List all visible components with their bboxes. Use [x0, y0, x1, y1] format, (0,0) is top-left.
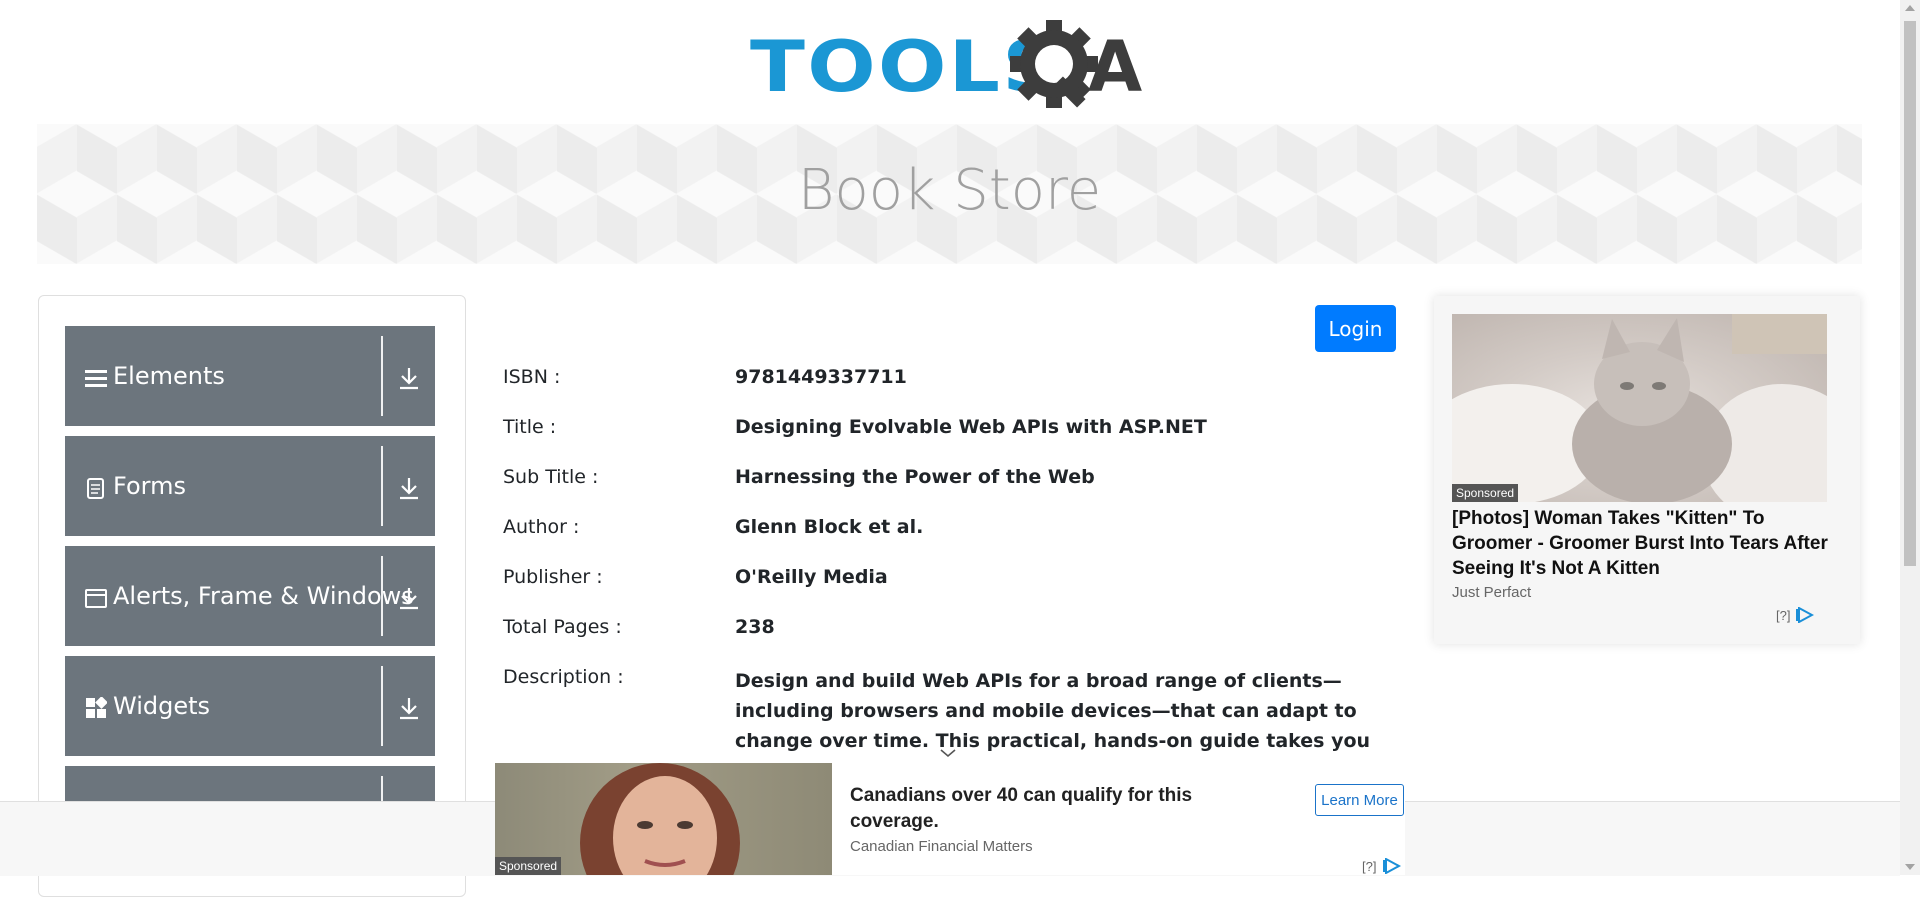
pages-value: 238: [735, 616, 775, 638]
sponsored-badge: Sponsored: [1452, 484, 1519, 502]
logo-letter-a: A: [1088, 26, 1143, 108]
group-title: Widgets: [113, 692, 211, 720]
right-ad[interactable]: Sponsored [Photos] Woman Takes "Kitten" …: [1434, 296, 1860, 644]
ad-source[interactable]: Just Perfact: [1452, 584, 1531, 601]
gear-icon: [1010, 20, 1098, 108]
group-elements[interactable]: Elements: [65, 326, 435, 426]
download-arrow-icon: [400, 698, 418, 720]
group-alerts-frame-windows[interactable]: Alerts, Frame & Windows: [65, 546, 435, 646]
download-arrow-icon: [400, 478, 418, 500]
group-title: Alerts, Frame & Windows: [113, 582, 414, 610]
group-widgets[interactable]: Widgets: [65, 656, 435, 756]
publisher-label: Publisher :: [503, 566, 603, 588]
description-label: Description :: [503, 666, 624, 688]
group-divider: [381, 666, 383, 746]
ad-info-link[interactable]: [?]: [1362, 859, 1376, 874]
hamburger-icon: [85, 370, 107, 387]
learn-more-button[interactable]: Learn More: [1315, 784, 1404, 816]
window-icon: [85, 589, 107, 608]
sponsored-badge: Sponsored: [495, 857, 562, 875]
page-title: Book Store: [797, 158, 1102, 223]
isbn-label: ISBN :: [503, 366, 561, 388]
publisher-value: O'Reilly Media: [735, 566, 888, 588]
scroll-down-arrow-icon[interactable]: [1905, 864, 1915, 870]
author-label: Author :: [503, 516, 580, 538]
pages-label: Total Pages :: [503, 616, 622, 638]
download-arrow-icon: [400, 588, 418, 610]
ad-headline[interactable]: Canadians over 40 can qualify for this c…: [850, 783, 1280, 835]
document-icon: [87, 478, 104, 499]
adchoices-icon[interactable]: [1383, 858, 1401, 874]
ad-headline[interactable]: [Photos] Woman Takes "Kitten" To Groomer…: [1452, 506, 1832, 581]
author-value: Glenn Block et al.: [735, 516, 924, 538]
toolsqa-logo[interactable]: TOOLS A: [750, 18, 1155, 113]
group-divider: [381, 336, 383, 416]
chevron-down-icon[interactable]: [938, 745, 958, 761]
widgets-icon: [86, 697, 107, 718]
group-title: Forms: [113, 472, 186, 500]
title-label: Title :: [503, 416, 557, 438]
ad-image-kitten[interactable]: Sponsored: [1452, 314, 1827, 502]
isbn-value: 9781449337711: [735, 366, 907, 388]
download-arrow-icon: [400, 368, 418, 390]
group-title: Elements: [113, 362, 225, 390]
vertical-scrollbar[interactable]: [1900, 0, 1920, 875]
header: TOOLS A: [0, 0, 1900, 118]
group-divider: [381, 556, 383, 636]
page-banner: Book Store: [37, 124, 1862, 264]
subtitle-value: Harnessing the Power of the Web: [735, 466, 1095, 488]
kitten-illustration: [1452, 314, 1827, 502]
adchoices-icon[interactable]: [1796, 607, 1814, 623]
group-forms[interactable]: Forms: [65, 436, 435, 536]
ad-info-link[interactable]: [?]: [1776, 608, 1790, 623]
bottom-ad[interactable]: Sponsored Canadians over 40 can qualify …: [495, 763, 1405, 875]
ad-source[interactable]: Canadian Financial Matters: [850, 838, 1033, 855]
subtitle-label: Sub Title :: [503, 466, 599, 488]
group-divider: [381, 446, 383, 526]
ad-image-woman[interactable]: Sponsored: [495, 763, 832, 875]
title-value: Designing Evolvable Web APIs with ASP.NE…: [735, 416, 1207, 438]
scroll-up-arrow-icon[interactable]: [1905, 5, 1915, 11]
scroll-thumb[interactable]: [1904, 21, 1916, 566]
login-button[interactable]: Login: [1315, 305, 1396, 352]
